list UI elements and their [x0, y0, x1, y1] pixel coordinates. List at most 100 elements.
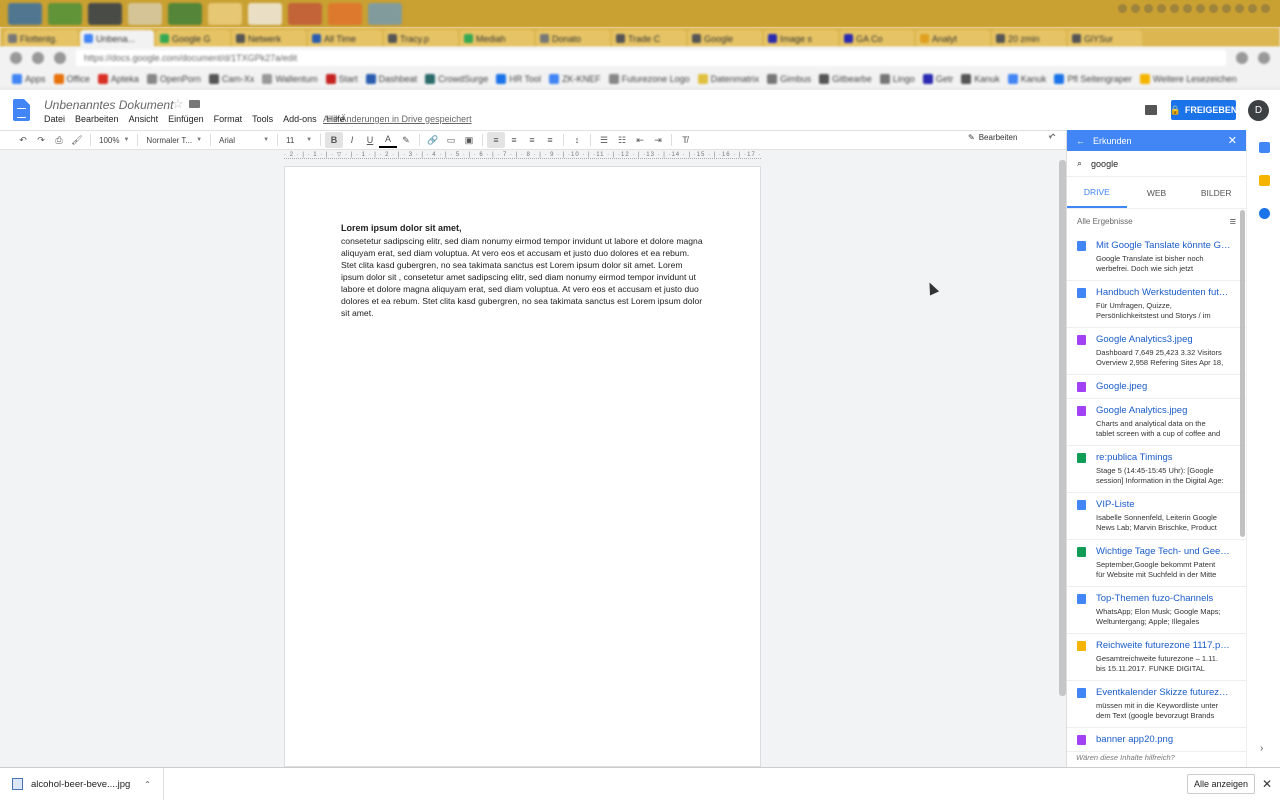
increase-indent-icon[interactable]: ⇥ [649, 132, 667, 148]
close-icon[interactable]: ✕ [1228, 134, 1237, 147]
tray-icon[interactable] [1144, 4, 1153, 13]
browser-tab[interactable]: Google [688, 30, 762, 47]
star-bookmark-icon[interactable] [1236, 52, 1248, 64]
bookmark-item[interactable]: ZK-KNEF [549, 73, 601, 84]
bookmark-item[interactable]: Gimbus [767, 73, 811, 84]
tray-icon[interactable] [1170, 4, 1179, 13]
browser-tab[interactable]: Tracy.p [384, 30, 458, 47]
taskbar-app-icon[interactable] [328, 2, 362, 25]
taskbar-app-icon[interactable] [288, 2, 322, 25]
browser-tab[interactable]: GA Co [840, 30, 914, 47]
browser-tab[interactable]: 20 zmin [992, 30, 1066, 47]
result-title[interactable]: Top-Themen fuzo-Channels [1096, 593, 1231, 604]
bookmark-item[interactable]: Dashbeat [365, 73, 417, 84]
result-title[interactable]: Google.jpeg [1096, 381, 1231, 392]
tray-icon[interactable] [1261, 4, 1270, 13]
taskbar-app-icon[interactable] [48, 2, 82, 25]
explore-scrollbar[interactable] [1240, 210, 1245, 537]
menu-item-add-ons[interactable]: Add-ons [283, 114, 317, 124]
bookmark-item[interactable]: CrowdSurge [425, 73, 488, 84]
document-heading[interactable]: Lorem ipsum dolor sit amet, [341, 223, 462, 233]
bookmark-item[interactable]: Apteka [97, 73, 139, 84]
taskbar-app-icon[interactable] [8, 2, 42, 25]
result-item[interactable]: Google Analytics.jpeg Charts and analytic… [1067, 399, 1246, 446]
explore-query[interactable]: google [1091, 159, 1118, 169]
forward-icon[interactable] [32, 52, 44, 64]
browser-tab[interactable]: Netwerk [232, 30, 306, 47]
result-title[interactable]: Google Analytics3.jpeg [1096, 334, 1231, 345]
menu-item-datei[interactable]: Datei [44, 114, 65, 124]
calendar-icon[interactable] [1259, 142, 1270, 153]
ruler[interactable]: · 2 · | · 1 · | · ▽ · | · 1 · | · 2 · | … [284, 151, 761, 159]
bookmark-item[interactable]: Kanuk [1007, 73, 1046, 84]
result-title[interactable]: Mit Google Tanslate könnte Google… [1096, 240, 1231, 251]
share-button[interactable]: 🔒 FREIGEBEN [1170, 100, 1237, 120]
result-title[interactable]: Reichweite futurezone 1117.pptx [1096, 640, 1231, 651]
bookmark-item[interactable]: Datenmatrix [697, 73, 759, 84]
bookmark-item[interactable]: Getr [922, 73, 953, 84]
result-item[interactable]: Wichtige Tage Tech- und Geek-Kalender Sep… [1067, 540, 1246, 587]
result-item[interactable]: Google Analytics3.jpeg Dashboard 7,649 25… [1067, 328, 1246, 375]
result-item[interactable]: banner app20.png [1067, 728, 1246, 752]
browser-tab[interactable]: All Time [308, 30, 382, 47]
comment-add-icon[interactable]: ▭ [442, 132, 460, 148]
bookmark-item[interactable]: Pfl Seitengraper [1054, 73, 1132, 84]
collapse-menu-icon[interactable]: ⌃ [1049, 133, 1057, 144]
result-item[interactable]: Mit Google Tanslate könnte Google… Google… [1067, 234, 1246, 281]
bookmark-item[interactable]: Lingo [879, 73, 915, 84]
comments-icon[interactable] [1145, 105, 1157, 115]
tray-icon[interactable] [1118, 4, 1127, 13]
chevron-up-icon[interactable]: ⌃ [144, 780, 151, 789]
browser-tab[interactable]: GlYSur [1068, 30, 1142, 47]
explore-search[interactable]: ⌕ google [1067, 151, 1246, 177]
folder-icon[interactable] [189, 100, 200, 108]
document-body[interactable]: consetetur sadipscing elitr, sed diam no… [341, 235, 703, 319]
star-icon[interactable]: ☆ [172, 96, 184, 112]
clear-formatting-icon[interactable]: T̸ [676, 132, 694, 148]
paint-format-icon[interactable]: 🖌 [68, 132, 86, 148]
save-status[interactable]: Alle Änderungen in Drive gespeichert [323, 114, 472, 124]
taskbar-app-icon[interactable] [248, 2, 282, 25]
extension-icon[interactable] [1258, 52, 1270, 64]
menu-item-einfügen[interactable]: Einfügen [168, 114, 204, 124]
tab-web[interactable]: WEB [1127, 177, 1187, 208]
result-title[interactable]: VIP-Liste [1096, 499, 1231, 510]
redo-icon[interactable]: ↷ [32, 132, 50, 148]
underline-icon[interactable]: U [361, 132, 379, 148]
address-bar[interactable]: https://docs.google.com/document/d/1TXGP… [76, 50, 1226, 66]
tray-icon[interactable] [1248, 4, 1257, 13]
bookmark-item[interactable]: Cam-Xx [208, 73, 254, 84]
bookmark-item[interactable]: Weitere Lesezeichen [1139, 73, 1237, 84]
result-item[interactable]: re:publica Timings Stage 5 (14:45-15:45 U… [1067, 446, 1246, 493]
close-icon[interactable]: ✕ [1262, 777, 1272, 791]
print-icon[interactable]: ⎙ [50, 132, 68, 148]
taskbar-app-icon[interactable] [168, 2, 202, 25]
browser-tab[interactable]: Analyt [916, 30, 990, 47]
align-center-icon[interactable]: ≡ [505, 132, 523, 148]
style-select[interactable]: Normaler T... ▼ [142, 136, 206, 145]
browser-tab[interactable]: Trade C [612, 30, 686, 47]
keep-icon[interactable] [1259, 175, 1270, 186]
font-select[interactable]: Arial ▼ [215, 136, 273, 145]
taskbar-app-icon[interactable] [208, 2, 242, 25]
browser-tab[interactable]: Image s [764, 30, 838, 47]
result-title[interactable]: Eventkalender Skizze futurezone [1096, 687, 1231, 698]
taskbar-app-icon[interactable] [368, 2, 402, 25]
docs-logo-icon[interactable] [13, 99, 30, 121]
result-title[interactable]: re:publica Timings [1096, 452, 1231, 463]
avatar[interactable]: D [1248, 100, 1269, 121]
align-right-icon[interactable]: ≡ [523, 132, 541, 148]
bookmark-item[interactable]: Futurezone Logo [608, 73, 690, 84]
bookmark-item[interactable]: Gitbearbe [819, 73, 872, 84]
download-item[interactable]: alcohol-beer-beve....jpg ⌃ [0, 767, 164, 800]
tray-icon[interactable] [1222, 4, 1231, 13]
line-spacing-icon[interactable]: ↕ [568, 132, 586, 148]
result-item[interactable]: VIP-Liste Isabelle Sonnenfeld, Leiterin G… [1067, 493, 1246, 540]
reload-icon[interactable] [54, 52, 66, 64]
bulleted-list-icon[interactable]: ☷ [613, 132, 631, 148]
italic-icon[interactable]: I [343, 132, 361, 148]
menu-item-bearbeiten[interactable]: Bearbeiten [75, 114, 119, 124]
back-arrow-icon[interactable]: ← [1076, 136, 1085, 146]
result-title[interactable]: Wichtige Tage Tech- und Geek-Kalender [1096, 546, 1231, 557]
tray-icon[interactable] [1209, 4, 1218, 13]
